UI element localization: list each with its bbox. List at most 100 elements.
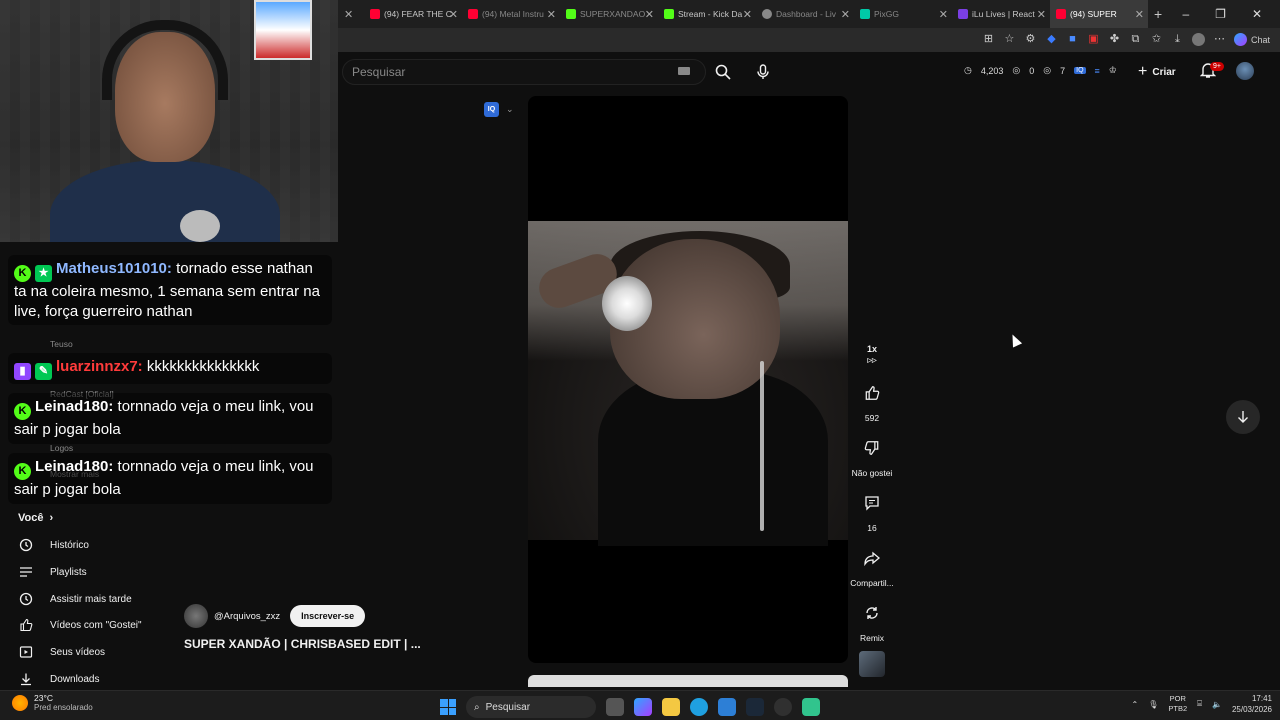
- shorts-player[interactable]: [528, 96, 848, 663]
- account-avatar[interactable]: [1236, 62, 1254, 80]
- like-button[interactable]: 592: [855, 376, 889, 423]
- channel-avatar[interactable]: [184, 604, 208, 628]
- sidebar-item-your-videos[interactable]: Seus vídeos: [18, 644, 105, 660]
- browser-tab[interactable]: iLu Lives | React ✕: [952, 0, 1050, 28]
- next-short-button[interactable]: [1226, 400, 1260, 434]
- browser-tab[interactable]: PixGG ✕: [854, 0, 952, 28]
- copilot-icon[interactable]: [634, 698, 652, 716]
- taskbar-search[interactable]: ⌕ Pesquisar: [466, 696, 596, 718]
- browser-tab[interactable]: SUPERXANDAO ✕: [560, 0, 658, 28]
- download-icon[interactable]: ⤓: [1171, 33, 1184, 46]
- file-explorer-icon[interactable]: [662, 698, 680, 716]
- chat-username: Leinad180:: [35, 398, 114, 415]
- favorites-icon[interactable]: ✩: [1150, 33, 1163, 46]
- translate-icon[interactable]: ■: [1066, 33, 1079, 46]
- comment-icon: [865, 496, 879, 511]
- profile-icon[interactable]: [1191, 33, 1205, 46]
- browser-toolbar: ⊞ ☆ ⚙ ◆ ■ ▣ ✤ ⧉ ✩ ⤓ ⋯ Chat: [338, 28, 1280, 52]
- volume-icon[interactable]: 🔈: [1212, 700, 1222, 709]
- close-icon[interactable]: ✕: [547, 8, 556, 21]
- next-short-preview[interactable]: [528, 675, 848, 687]
- chat-button[interactable]: Chat: [1233, 33, 1270, 46]
- search-button[interactable]: [710, 59, 736, 85]
- close-icon[interactable]: ✕: [1037, 8, 1046, 21]
- dislike-button[interactable]: Não gostei: [852, 431, 892, 478]
- browser-tab[interactable]: Stream - Kick Da ✕: [658, 0, 756, 28]
- calendar-icon[interactable]: ▣: [1087, 33, 1100, 46]
- iq-icon[interactable]: IQ: [1074, 67, 1086, 74]
- search-input[interactable]: Pesquisar: [342, 59, 706, 85]
- more-icon[interactable]: ⋯: [1213, 33, 1226, 46]
- keyboard-icon[interactable]: [678, 67, 690, 75]
- channel-name[interactable]: @Arquivos_zxz: [214, 611, 280, 622]
- chevron-down-icon[interactable]: ⌄: [506, 104, 514, 115]
- split-icon[interactable]: ⧉: [1129, 33, 1142, 46]
- language-code: POR: [1169, 694, 1186, 703]
- photos-icon[interactable]: [718, 698, 736, 716]
- streamlabs-icon[interactable]: [802, 698, 820, 716]
- close-icon[interactable]: ✕: [1135, 8, 1144, 21]
- browser-tab-active[interactable]: (94) SUPER ✕: [1050, 0, 1148, 28]
- mouse-cursor: [1007, 332, 1023, 348]
- window-controls: – ❐ ✕: [1182, 0, 1280, 28]
- share-icon: [864, 551, 880, 566]
- close-icon[interactable]: ✕: [449, 8, 458, 21]
- edge-icon[interactable]: [690, 698, 708, 716]
- windows-start-icon[interactable]: [440, 699, 456, 715]
- maximize-icon[interactable]: ❐: [1215, 7, 1226, 21]
- network-icon[interactable]: ⌸: [1197, 699, 1202, 709]
- minimize-icon[interactable]: –: [1182, 7, 1189, 21]
- close-icon[interactable]: ✕: [743, 8, 752, 21]
- share-button[interactable]: Compartil...: [850, 541, 894, 588]
- sidebar-item-liked[interactable]: Vídeos com "Gostei": [18, 617, 142, 633]
- audio-thumbnail[interactable]: [859, 651, 885, 677]
- kick-icon: K: [14, 463, 31, 480]
- obs-icon[interactable]: [774, 698, 792, 716]
- video-icon: [18, 644, 34, 660]
- sun-icon: [12, 694, 28, 711]
- chat-username: Matheus101010:: [56, 260, 172, 277]
- chevron-up-icon[interactable]: ⌃: [1132, 700, 1139, 709]
- voice-search-button[interactable]: [748, 57, 778, 87]
- comments-button[interactable]: 16: [855, 486, 889, 533]
- iq-icon[interactable]: IQ: [484, 102, 499, 117]
- trophy-icon[interactable]: ♔: [1109, 65, 1117, 76]
- steam-icon[interactable]: [746, 698, 764, 716]
- browser-tab[interactable]: (94) FEAR THE C ✕: [364, 0, 462, 28]
- tab-icon[interactable]: ⊞: [982, 33, 995, 46]
- weather-widget[interactable]: 23°C Pred ensolarado: [12, 693, 93, 712]
- puzzle-icon[interactable]: ✤: [1108, 33, 1121, 46]
- chat-message: K Leinad180: tornnado veja o meu link, vo…: [8, 453, 332, 504]
- close-icon[interactable]: ✕: [841, 8, 850, 21]
- browser-tab[interactable]: (94) Metal Instru ✕: [462, 0, 560, 28]
- sidebar-item-downloads[interactable]: Downloads: [18, 671, 99, 687]
- tab-close-extra[interactable]: ✕: [338, 0, 364, 28]
- headphone-image: [602, 276, 652, 331]
- language-indicator[interactable]: POR PTB2: [1168, 694, 1187, 714]
- close-icon[interactable]: ✕: [939, 8, 948, 21]
- clock[interactable]: 17:41 25/03/2026: [1232, 693, 1272, 715]
- browser-tab[interactable]: Dashboard - Liv ✕: [756, 0, 854, 28]
- sidebar-item-watch-later[interactable]: Assistir mais tarde: [18, 591, 132, 607]
- tab-title: (94) Metal Instru: [482, 9, 544, 19]
- video-title[interactable]: SUPER XANDÃO | CHRISBASED EDIT | ...: [184, 637, 421, 651]
- youtube-icon: [468, 9, 478, 19]
- star-icon[interactable]: ☆: [1003, 33, 1016, 46]
- close-icon[interactable]: ✕: [645, 8, 654, 21]
- list-icon[interactable]: ≡: [1095, 66, 1100, 76]
- remix-button[interactable]: Remix: [855, 596, 889, 643]
- clock-time: 17:41: [1251, 694, 1272, 703]
- sidebar-item-playlists[interactable]: Playlists: [18, 564, 87, 580]
- shield-icon[interactable]: ◆: [1045, 33, 1058, 46]
- eye-icon: ◎: [1043, 65, 1052, 75]
- close-window-icon[interactable]: ✕: [1252, 7, 1262, 21]
- new-tab-button[interactable]: +: [1148, 0, 1172, 28]
- sidebar-you-header[interactable]: Você ›: [18, 512, 53, 524]
- extension-icon[interactable]: ⚙: [1024, 33, 1037, 46]
- sidebar-item-history[interactable]: Histórico: [18, 537, 89, 553]
- subscribe-button[interactable]: Inscrever-se: [290, 605, 366, 627]
- microphone-icon[interactable]: 🎙: [1148, 700, 1158, 709]
- create-button[interactable]: + Criar: [1138, 63, 1176, 81]
- task-view-icon[interactable]: [606, 698, 624, 716]
- speed-control[interactable]: 1x ▷▷: [855, 340, 889, 368]
